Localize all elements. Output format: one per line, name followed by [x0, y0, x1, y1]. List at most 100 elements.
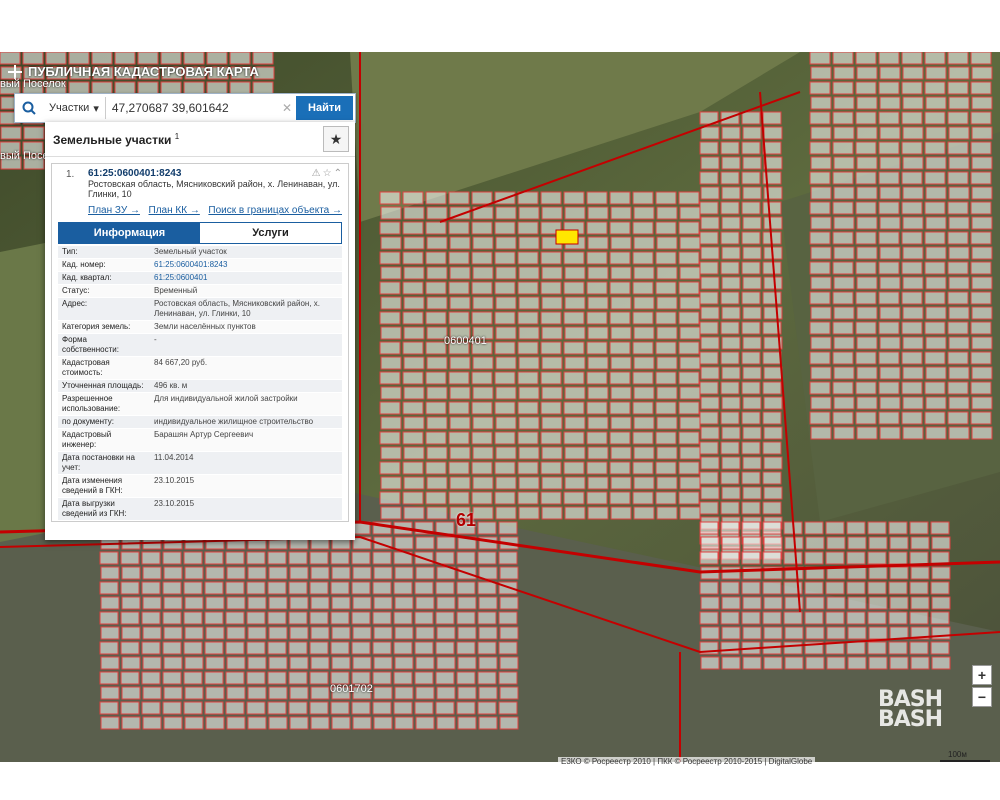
parcel[interactable]: [847, 656, 867, 670]
parcel[interactable]: [478, 626, 498, 640]
parcel[interactable]: [902, 396, 924, 410]
parcel[interactable]: [656, 206, 678, 220]
parcel[interactable]: [563, 461, 585, 475]
parcel[interactable]: [352, 596, 372, 610]
parcel[interactable]: [925, 426, 947, 440]
parcel[interactable]: [948, 366, 970, 380]
parcel[interactable]: [924, 291, 946, 305]
parcel[interactable]: [699, 581, 719, 595]
parcel[interactable]: [947, 321, 969, 335]
parcel[interactable]: [700, 246, 720, 260]
parcel[interactable]: [679, 206, 701, 220]
parcel[interactable]: [394, 716, 414, 730]
parcel[interactable]: [741, 611, 761, 625]
parcel[interactable]: [721, 306, 741, 320]
parcel[interactable]: [901, 321, 923, 335]
parcel[interactable]: [948, 186, 970, 200]
parcel[interactable]: [495, 386, 517, 400]
parcel[interactable]: [970, 321, 992, 335]
parcel[interactable]: [351, 641, 371, 655]
parcel[interactable]: [477, 521, 497, 535]
parcel[interactable]: [856, 216, 878, 230]
parcel[interactable]: [246, 581, 266, 595]
parcel[interactable]: [246, 701, 266, 715]
parcel[interactable]: [878, 261, 900, 275]
parcel[interactable]: [720, 581, 740, 595]
parcel[interactable]: [472, 416, 494, 430]
parcel[interactable]: [720, 611, 740, 625]
parcel[interactable]: [970, 351, 992, 365]
parcel[interactable]: [610, 386, 632, 400]
parcel[interactable]: [471, 311, 493, 325]
parcel[interactable]: [91, 52, 113, 65]
parcel[interactable]: [878, 381, 900, 395]
parcel[interactable]: [288, 671, 308, 685]
parcel[interactable]: [762, 471, 782, 485]
parcel[interactable]: [700, 336, 720, 350]
parcel[interactable]: [141, 701, 161, 715]
parcel[interactable]: [889, 596, 909, 610]
parcel[interactable]: [742, 656, 762, 670]
parcel[interactable]: [609, 431, 631, 445]
parcel[interactable]: [495, 326, 517, 340]
parcel[interactable]: [856, 366, 878, 380]
parcel[interactable]: [855, 261, 877, 275]
parcel[interactable]: [141, 611, 161, 625]
parcel[interactable]: [379, 311, 401, 325]
parcel[interactable]: [826, 536, 846, 550]
parcel[interactable]: [609, 401, 631, 415]
parcel[interactable]: [563, 191, 585, 205]
parcel[interactable]: [700, 656, 720, 670]
parcel[interactable]: [910, 536, 930, 550]
parcel[interactable]: [810, 276, 832, 290]
parcel[interactable]: [141, 581, 161, 595]
parcel[interactable]: [373, 656, 393, 670]
parcel[interactable]: [402, 491, 424, 505]
parcel[interactable]: [471, 371, 493, 385]
parcel[interactable]: [517, 311, 539, 325]
parcel[interactable]: [472, 236, 494, 250]
parcel[interactable]: [742, 156, 762, 170]
parcel[interactable]: [120, 551, 140, 565]
parcel[interactable]: [700, 626, 720, 640]
parcel[interactable]: [380, 386, 402, 400]
parcel[interactable]: [414, 701, 434, 715]
parcel[interactable]: [925, 126, 947, 140]
parcel[interactable]: [947, 141, 969, 155]
parcel[interactable]: [394, 626, 414, 640]
parcel[interactable]: [425, 221, 447, 235]
parcel[interactable]: [655, 341, 677, 355]
parcel[interactable]: [394, 656, 414, 670]
close-icon[interactable]: ✕: [280, 101, 294, 115]
parcel[interactable]: [517, 401, 539, 415]
parcel[interactable]: [610, 326, 632, 340]
parcel[interactable]: [742, 426, 762, 440]
parcel[interactable]: [901, 231, 923, 245]
parcel[interactable]: [403, 206, 425, 220]
parcel[interactable]: [633, 296, 655, 310]
parcel[interactable]: [699, 291, 719, 305]
parcel[interactable]: [435, 671, 455, 685]
parcel[interactable]: [741, 261, 761, 275]
parcel[interactable]: [380, 506, 402, 520]
parcel[interactable]: [741, 201, 761, 215]
parcel[interactable]: [633, 206, 655, 220]
parcel[interactable]: [351, 611, 371, 625]
parcel[interactable]: [833, 336, 855, 350]
parcel[interactable]: [330, 611, 350, 625]
parcel[interactable]: [372, 551, 392, 565]
parcel[interactable]: [878, 231, 900, 245]
parcel[interactable]: [587, 296, 609, 310]
parcel[interactable]: [720, 441, 740, 455]
parcel[interactable]: [372, 611, 392, 625]
parcel[interactable]: [609, 281, 631, 295]
parcel[interactable]: [609, 491, 631, 505]
parcel[interactable]: [879, 306, 901, 320]
parcel[interactable]: [832, 261, 854, 275]
parcel[interactable]: [380, 446, 402, 460]
parcel[interactable]: [0, 52, 21, 65]
parcel[interactable]: [609, 311, 631, 325]
parcel[interactable]: [901, 111, 923, 125]
parcel[interactable]: [402, 461, 424, 475]
parcel[interactable]: [867, 551, 887, 565]
